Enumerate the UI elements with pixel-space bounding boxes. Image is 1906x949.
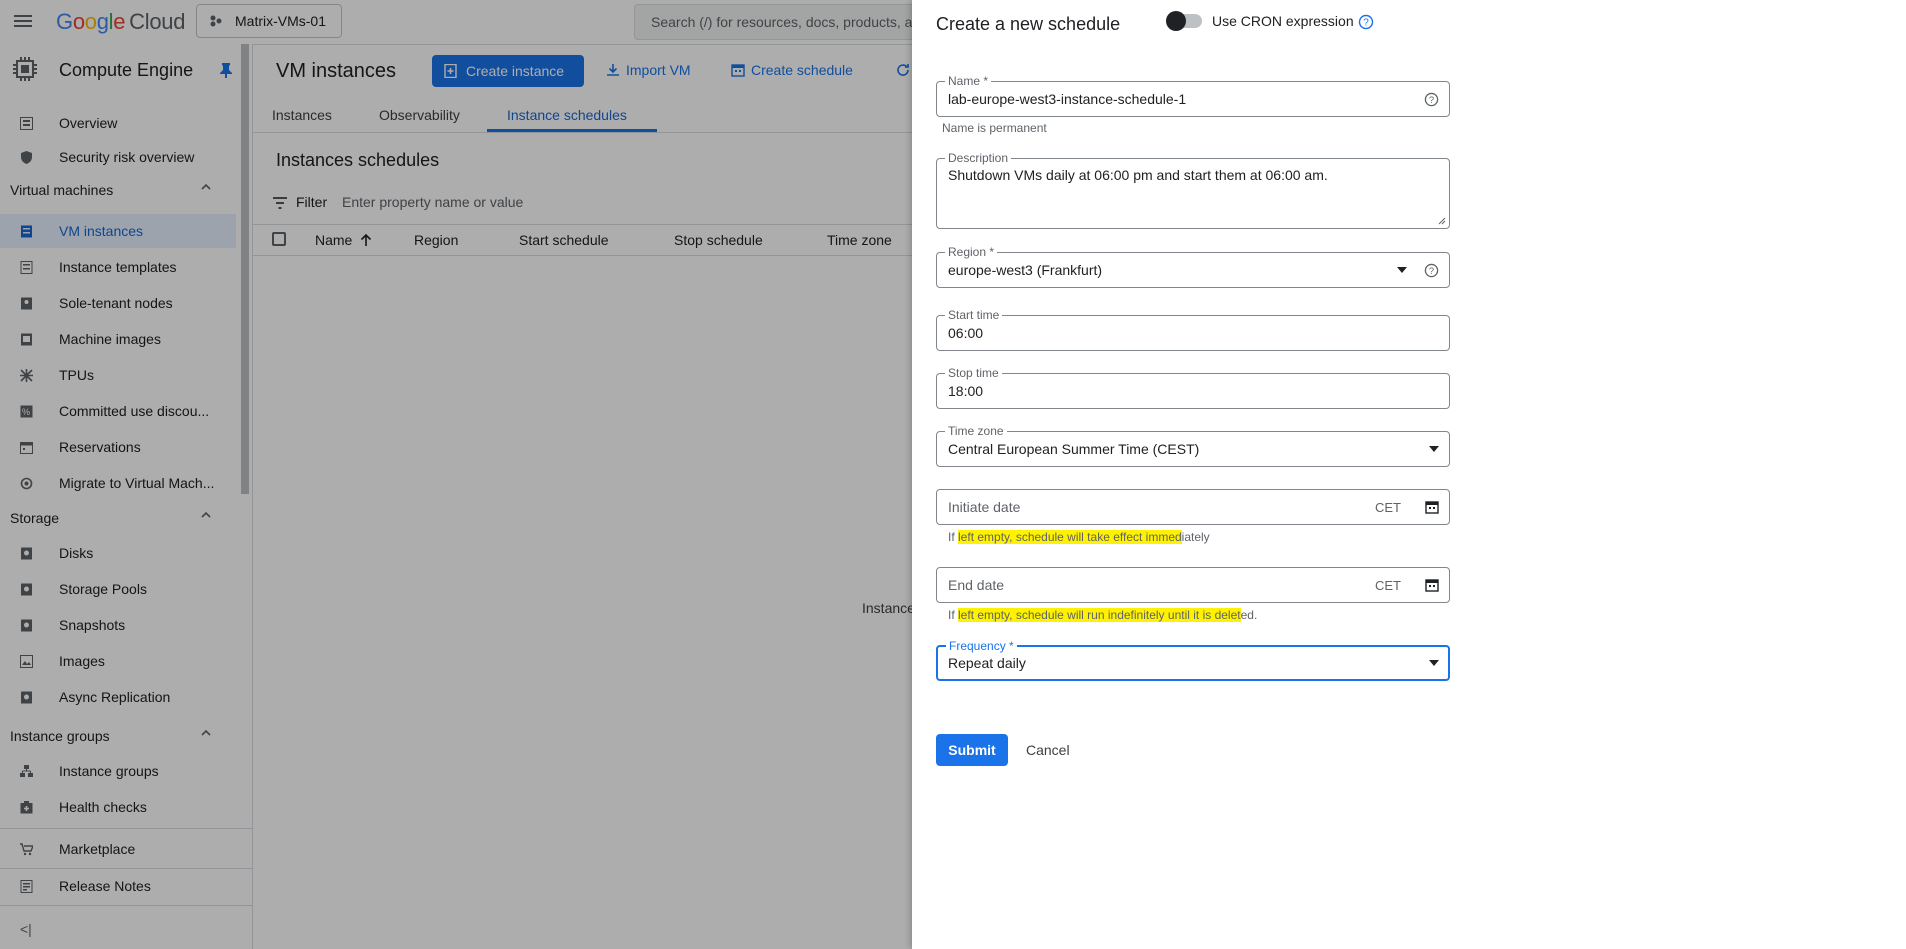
name-value: lab-europe-west3-instance-schedule-1 [948, 91, 1187, 107]
cancel-button[interactable]: Cancel [1026, 742, 1070, 758]
cron-label: Use CRON expression [1212, 13, 1354, 29]
toggle-switch[interactable] [1166, 11, 1202, 31]
frequency-select[interactable]: Frequency * Repeat daily [936, 639, 1450, 681]
initiate-date-placeholder: Initiate date [948, 499, 1021, 515]
dropdown-arrow-icon[interactable] [1397, 267, 1407, 273]
region-select[interactable]: Region * europe-west3 (Frankfurt) ? [936, 245, 1450, 288]
resize-handle-icon[interactable] [1437, 216, 1446, 225]
description-value: Shutdown VMs daily at 06:00 pm and start… [948, 167, 1328, 183]
calendar-icon[interactable] [1425, 500, 1439, 514]
help-circle-icon[interactable]: ? [1358, 14, 1374, 30]
svg-text:?: ? [1429, 95, 1434, 105]
time-zone-select[interactable]: Time zone Central European Summer Time (… [936, 424, 1450, 467]
start-time-field[interactable]: Start time 06:00 [936, 308, 1450, 351]
end-date-field[interactable]: End date CET [936, 567, 1450, 603]
description-field[interactable]: Description Shutdown VMs daily at 06:00 … [936, 151, 1450, 229]
stop-time-field[interactable]: Stop time 18:00 [936, 366, 1450, 409]
panel-title: Create a new schedule [936, 14, 1121, 34]
name-field[interactable]: Name * lab-europe-west3-instance-schedul… [936, 74, 1450, 117]
submit-button[interactable]: Submit [936, 734, 1008, 766]
toggle-knob [1166, 11, 1186, 31]
create-schedule-panel: Create a new schedule Use CRON expressio… [912, 0, 1906, 949]
name-hint: Name is permanent [942, 121, 1047, 135]
stop-time-value: 18:00 [948, 383, 984, 399]
initiate-date-timezone: CET [1375, 500, 1401, 515]
initiate-date-field[interactable]: Initiate date CET [936, 489, 1450, 525]
svg-text:?: ? [1363, 18, 1369, 29]
end-date-timezone: CET [1375, 578, 1401, 593]
start-time-value: 06:00 [948, 325, 984, 341]
end-date-placeholder: End date [948, 577, 1005, 593]
dropdown-arrow-icon[interactable] [1429, 446, 1439, 452]
help-icon[interactable]: ? [1424, 263, 1439, 278]
time-zone-value: Central European Summer Time (CEST) [948, 441, 1200, 457]
svg-text:?: ? [1429, 266, 1434, 276]
calendar-icon[interactable] [1425, 578, 1439, 592]
frequency-value: Repeat daily [948, 655, 1026, 671]
region-value: europe-west3 (Frankfurt) [948, 262, 1103, 278]
end-date-hint: If left empty, schedule will run indefin… [948, 608, 1258, 622]
dropdown-arrow-icon[interactable] [1429, 660, 1439, 666]
initiate-date-hint: If left empty, schedule will take effect… [948, 530, 1210, 544]
help-icon[interactable]: ? [1424, 92, 1439, 107]
